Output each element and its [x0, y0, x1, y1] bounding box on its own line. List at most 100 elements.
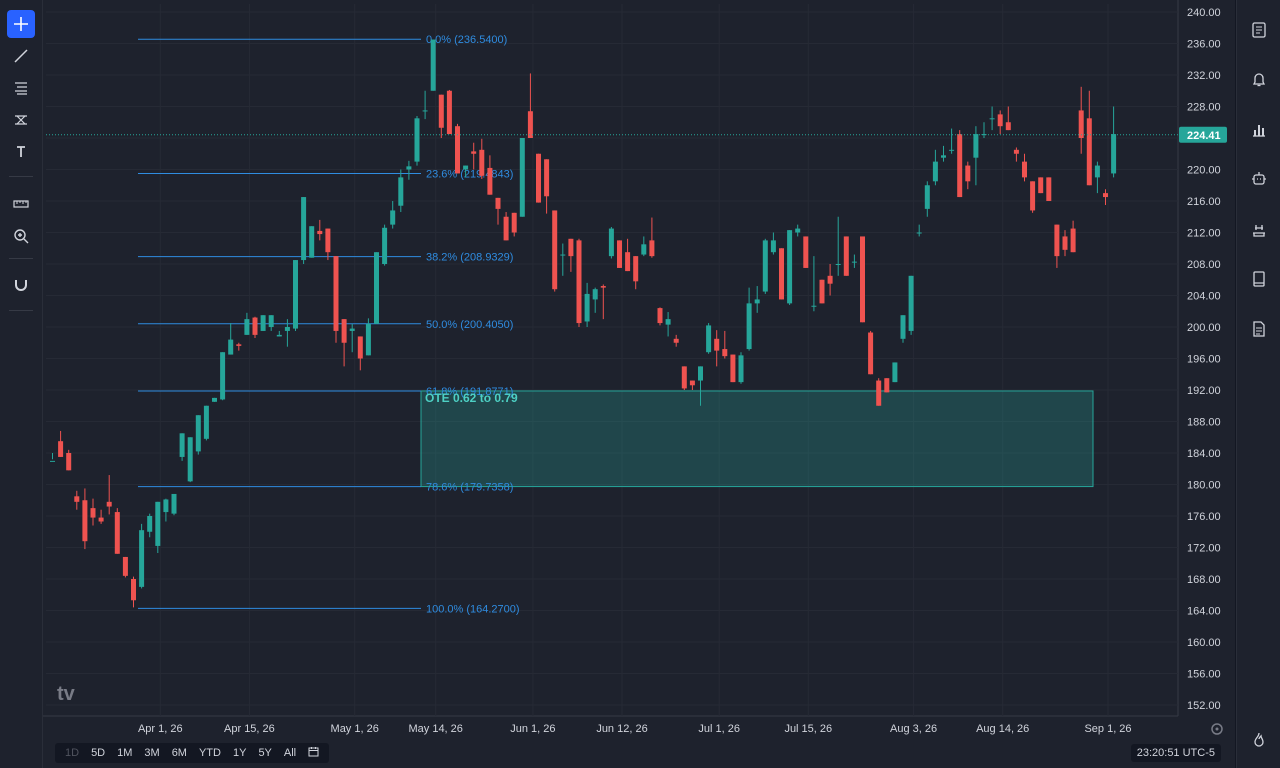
- candle: [179, 433, 185, 461]
- calendar-button[interactable]: [1246, 217, 1272, 243]
- candle: [1046, 177, 1052, 201]
- candle: [787, 230, 793, 305]
- go-to-date-button[interactable]: [302, 743, 325, 763]
- price-tick-label: 156.00: [1187, 669, 1221, 681]
- candle: [803, 236, 809, 268]
- range-1d-button[interactable]: 1D: [59, 743, 85, 763]
- range-ytd-button[interactable]: YTD: [193, 743, 227, 763]
- candle: [171, 493, 177, 516]
- candle: [414, 115, 420, 166]
- trend-line-tool[interactable]: [7, 42, 35, 70]
- zoom-tool[interactable]: [7, 222, 35, 250]
- fib-retracement-tool[interactable]: [7, 74, 35, 102]
- price-tick-label: 164.00: [1187, 606, 1221, 618]
- text-tool[interactable]: [7, 138, 35, 166]
- fib-level-label: 0.0% (236.5400): [426, 34, 507, 46]
- data-window-button[interactable]: [1246, 117, 1272, 143]
- price-tick-label: 240.00: [1187, 7, 1221, 19]
- range-1m-button[interactable]: 1M: [111, 743, 138, 763]
- hotlist-button[interactable]: [1246, 166, 1272, 192]
- candle: [374, 252, 379, 324]
- candle: [617, 240, 622, 268]
- candle: [819, 279, 825, 304]
- candle: [195, 415, 201, 455]
- candle: [252, 316, 258, 339]
- magnet-tool[interactable]: [7, 271, 35, 299]
- toolbar-divider: [9, 176, 33, 177]
- candle: [576, 238, 582, 327]
- candle: [365, 318, 371, 356]
- text-icon: [17, 146, 25, 157]
- fib-retracement-icon: [15, 82, 27, 95]
- candle: [1038, 177, 1044, 194]
- watchlist-button[interactable]: [1246, 17, 1272, 43]
- trading-app: 0.0% (236.5400) 23.6% (219.4843) 38.2% (20…: [0, 0, 1280, 768]
- ruler-tool[interactable]: [7, 190, 35, 218]
- candle: [220, 352, 226, 401]
- candle: [260, 315, 266, 331]
- range-1y-button[interactable]: 1Y: [227, 743, 252, 763]
- date-range-selector: 1D 5D 1M 3M 6M YTD 1Y 5Y All: [55, 743, 330, 763]
- time-tick-label: Jul 1, 26: [698, 723, 740, 735]
- candle: [957, 130, 963, 198]
- candle: [730, 354, 736, 383]
- alerts-button[interactable]: [1246, 66, 1272, 92]
- range-5y-button[interactable]: 5Y: [252, 743, 277, 763]
- time-tick-label: Aug 14, 26: [976, 723, 1029, 735]
- time-tick-label: Jun 12, 26: [596, 723, 647, 735]
- robot-icon: [1252, 172, 1266, 185]
- document-list-icon: [1252, 22, 1266, 38]
- range-all-button[interactable]: All: [278, 743, 302, 763]
- zoom-in-icon: [14, 229, 29, 244]
- candle: [868, 330, 874, 375]
- ote-zone[interactable]: [420, 390, 1094, 488]
- candle: [430, 39, 436, 91]
- price-tick-label: 180.00: [1187, 480, 1221, 492]
- candle: [900, 315, 906, 343]
- price-tick-label: 160.00: [1187, 637, 1221, 649]
- time-tick-label: Aug 3, 26: [890, 723, 937, 735]
- candle: [1030, 181, 1036, 213]
- candle: [884, 378, 890, 393]
- patterns-icon: [15, 115, 27, 125]
- price-tick-label: 188.00: [1187, 417, 1221, 429]
- fib-level-label: 23.6% (219.4843): [426, 169, 513, 181]
- price-chart[interactable]: 0.0% (236.5400) 23.6% (219.4843) 38.2% (20…: [43, 0, 1235, 740]
- candle: [301, 197, 307, 264]
- range-3m-button[interactable]: 3M: [138, 743, 165, 763]
- time-tick-label: Apr 1, 26: [138, 723, 183, 735]
- bottom-toolbar: 1D 5D 1M 3M 6M YTD 1Y 5Y All 23:20:51 UT…: [43, 740, 1235, 768]
- candle: [843, 236, 849, 276]
- price-tick-label: 176.00: [1187, 511, 1221, 523]
- chart-pane[interactable]: 0.0% (236.5400) 23.6% (219.4843) 38.2% (20…: [43, 0, 1235, 740]
- candle: [681, 366, 687, 390]
- trend-line-icon: [14, 49, 28, 63]
- tradingview-logo: tv: [57, 683, 76, 705]
- crosshair-tool[interactable]: [7, 10, 35, 38]
- time-tick-label: May 14, 26: [408, 723, 462, 735]
- timezone-clock[interactable]: 23:20:51 UTC-5: [1130, 744, 1221, 762]
- candle: [860, 236, 865, 323]
- price-tick-label: 232.00: [1187, 70, 1221, 82]
- help-button[interactable]: [1246, 727, 1272, 753]
- fib-level-label: 38.2% (208.9329): [426, 252, 513, 264]
- news-button[interactable]: [1246, 316, 1272, 342]
- candle: [187, 437, 193, 483]
- ote-zone-label: OTE 0.62 to 0.79: [425, 391, 518, 405]
- candle: [203, 405, 209, 441]
- time-tick-label: Sep 1, 26: [1084, 723, 1131, 735]
- crosshair-icon: [14, 17, 28, 31]
- patterns-tool[interactable]: [7, 106, 35, 134]
- range-5d-button[interactable]: 5D: [85, 743, 111, 763]
- news-icon: [1253, 321, 1265, 337]
- range-6m-button[interactable]: 6M: [166, 743, 193, 763]
- notes-button[interactable]: [1246, 266, 1272, 292]
- right-sidebar: [1236, 0, 1280, 768]
- candle: [212, 397, 217, 402]
- price-tick-label: 220.00: [1187, 165, 1221, 177]
- candle: [122, 556, 128, 578]
- price-tick-label: 212.00: [1187, 228, 1221, 240]
- candle: [519, 138, 525, 217]
- candle: [657, 307, 663, 326]
- candle: [608, 226, 614, 259]
